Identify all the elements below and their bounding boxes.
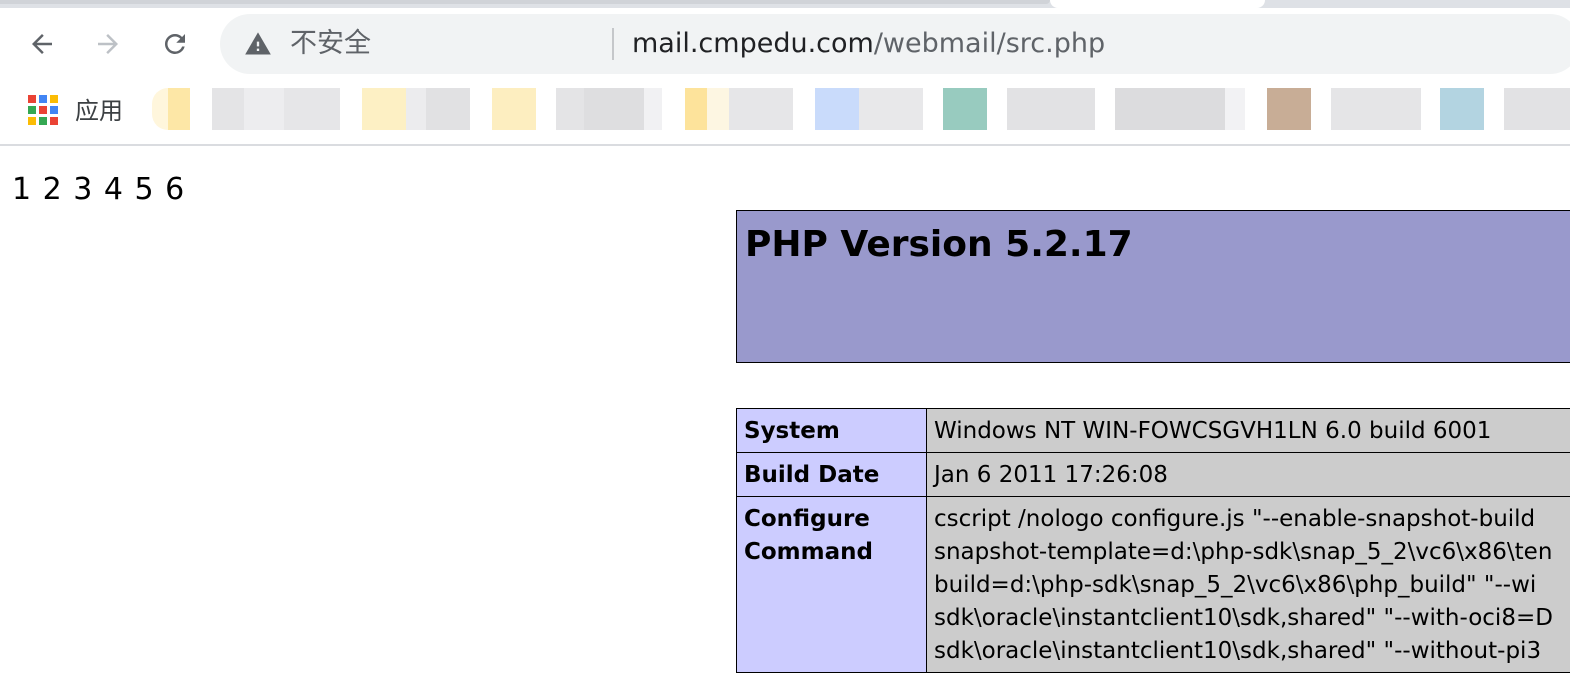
configure-line: cscript /nologo configure.js "--enable-s… bbox=[934, 506, 1536, 532]
table-value: cscript /nologo configure.js "--enable-s… bbox=[926, 496, 1570, 673]
address-bar[interactable]: 不安全 mail.cmpedu.com/webmail/src.php bbox=[220, 14, 1570, 74]
table-key: Build Date bbox=[736, 452, 927, 497]
bookmark-item[interactable] bbox=[1440, 88, 1570, 130]
browser-tab-inactive[interactable] bbox=[0, 0, 1050, 4]
browser-toolbar: 不安全 mail.cmpedu.com/webmail/src.php bbox=[0, 8, 1570, 80]
arrow-right-icon bbox=[98, 34, 118, 54]
arrow-left-icon bbox=[32, 34, 52, 54]
configure-line: snapshot-template=d:\php-sdk\snap_5_2\vc… bbox=[934, 539, 1553, 565]
url-host: mail.cmpedu.com bbox=[632, 28, 874, 59]
table-row: Configure Command cscript /nologo config… bbox=[736, 496, 1570, 673]
table-value: Windows NT WIN-FOWCSGVH1LN 6.0 build 600… bbox=[926, 408, 1570, 453]
table-row: Build Date Jan 6 2011 17:26:08 bbox=[736, 452, 1570, 497]
bookmark-item[interactable] bbox=[1115, 88, 1245, 130]
php-version-title: PHP Version 5.2.17 bbox=[745, 224, 1133, 265]
url-text[interactable]: mail.cmpedu.com/webmail/src.php bbox=[632, 28, 1105, 60]
security-status-label[interactable]: 不安全 bbox=[290, 28, 371, 60]
back-button[interactable] bbox=[20, 22, 64, 66]
php-info-table: System Windows NT WIN-FOWCSGVH1LN 6.0 bu… bbox=[736, 408, 1570, 673]
apps-bookmark-label[interactable]: 应用 bbox=[75, 95, 123, 127]
bookmark-item[interactable] bbox=[362, 88, 472, 130]
bookmark-item[interactable] bbox=[492, 88, 662, 130]
browser-tab-active[interactable] bbox=[1050, 0, 1265, 8]
bookmarks-bar: 应用 bbox=[0, 80, 1570, 146]
configure-line: sdk\oracle\instantclient10\sdk,shared" "… bbox=[934, 638, 1542, 664]
reload-icon bbox=[164, 33, 185, 54]
bookmark-item[interactable] bbox=[943, 88, 1098, 130]
reload-button[interactable] bbox=[153, 22, 197, 66]
table-key: Configure Command bbox=[736, 496, 927, 673]
configure-line: sdk\oracle\instantclient10\sdk,shared" "… bbox=[934, 605, 1553, 631]
address-divider bbox=[612, 28, 614, 60]
table-row: System Windows NT WIN-FOWCSGVH1LN 6.0 bu… bbox=[736, 408, 1570, 453]
table-key: System bbox=[736, 408, 927, 453]
table-value: Jan 6 2011 17:26:08 bbox=[926, 452, 1570, 497]
warning-triangle-icon[interactable] bbox=[244, 30, 272, 58]
url-path: /webmail/src.php bbox=[873, 28, 1106, 59]
page-number-links[interactable]: 1 2 3 4 5 6 bbox=[12, 170, 185, 210]
configure-line: build=d:\php-sdk\snap_5_2\vc6\x86\php_bu… bbox=[934, 572, 1537, 598]
apps-grid-icon[interactable] bbox=[28, 95, 58, 125]
bookmark-item[interactable] bbox=[1267, 88, 1422, 130]
bookmark-item[interactable] bbox=[815, 88, 925, 130]
bookmark-item[interactable] bbox=[685, 88, 795, 130]
forward-button[interactable] bbox=[86, 22, 130, 66]
php-version-header: PHP Version 5.2.17 bbox=[736, 210, 1570, 363]
tab-strip bbox=[0, 0, 1570, 8]
bookmark-item[interactable] bbox=[152, 88, 342, 130]
